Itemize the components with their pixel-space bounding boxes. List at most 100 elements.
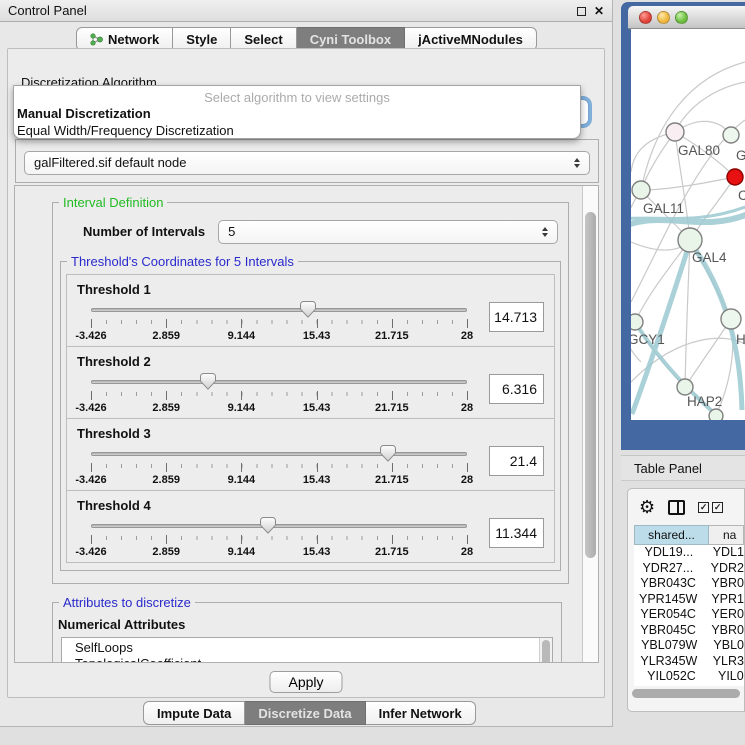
scrollbar-thumb[interactable]: [585, 212, 596, 558]
numerical-attributes-list[interactable]: SelfLoopsTopologicalCoefficientBetweenne…: [61, 637, 553, 663]
slider-thumb[interactable]: [380, 445, 396, 462]
threshold-4-label: Threshold 4: [77, 498, 544, 513]
algorithm-dropdown-hint: Select algorithm to view settings: [14, 86, 580, 105]
float-window-icon[interactable]: [577, 7, 586, 16]
close-icon[interactable]: ✕: [594, 5, 604, 17]
slider-thumb[interactable]: [300, 301, 316, 318]
combo-stepper-icon: [542, 227, 548, 237]
node-gal4[interactable]: [678, 228, 702, 252]
threshold-1-value[interactable]: 14.713: [489, 302, 544, 332]
table-row[interactable]: YER054CYER0: [634, 607, 744, 623]
table-toolbar: ⚙ ✓ ✓: [628, 489, 744, 525]
attributes-group-title: Attributes to discretize: [59, 595, 195, 610]
close-traffic-light-icon[interactable]: [639, 11, 652, 24]
threshold-3-slider[interactable]: -3.4262.8599.14415.4321.71528: [91, 444, 467, 490]
slider-thumb[interactable]: [260, 517, 276, 534]
slider-ticks: [91, 391, 467, 400]
tab-infer-network[interactable]: Infer Network: [366, 701, 476, 725]
slider-scale-labels: -3.4262.8599.14415.4321.71528: [91, 402, 467, 415]
select-columns-icon[interactable]: ✓ ✓: [698, 502, 723, 513]
threshold-4-slider[interactable]: -3.4262.8599.14415.4321.71528: [91, 516, 467, 562]
table-row[interactable]: YBL079WYBL0: [634, 638, 744, 654]
node-gal80[interactable]: [666, 123, 684, 141]
table-header-row: shared... na: [634, 525, 744, 545]
slider-track[interactable]: [91, 524, 467, 528]
node-hap2[interactable]: [677, 379, 693, 395]
svg-text:GAL4: GAL4: [692, 250, 727, 265]
slider-scale-labels: -3.4262.8599.14415.4321.71528: [91, 474, 467, 487]
svg-text:GCY1: GCY1: [631, 332, 665, 347]
table-panel-header: Table Panel: [621, 455, 745, 481]
control-panel-titlebar: Control Panel ✕: [0, 0, 612, 22]
settings-scrollpane: Interval Definition Number of Intervals …: [14, 185, 599, 663]
slider-ticks: [91, 535, 467, 544]
column-header-shared-name[interactable]: shared...: [634, 525, 709, 545]
node-h[interactable]: [721, 309, 741, 329]
algorithm-dropdown-popup: Select algorithm to view settings Manual…: [13, 85, 581, 139]
threshold-1-slider[interactable]: -3.4262.8599.14415.4321.71528: [91, 300, 467, 346]
number-of-intervals-combobox[interactable]: 5: [218, 220, 558, 244]
threshold-3-value[interactable]: 21.4: [489, 446, 544, 476]
tab-impute-data[interactable]: Impute Data: [143, 701, 245, 725]
table-row[interactable]: YIL052CYIL0: [634, 669, 744, 685]
slider-track[interactable]: [91, 452, 467, 456]
zoom-traffic-light-icon[interactable]: [675, 11, 688, 24]
table-panel-title: Table Panel: [634, 461, 702, 476]
table-rows: YDL19...YDL1YDR27...YDR2YBR043CYBR0YPR14…: [634, 545, 744, 686]
table-row[interactable]: YLR345WYLR3: [634, 654, 744, 670]
node-gcy1[interactable]: [631, 314, 643, 330]
table-row[interactable]: YBR043CYBR0: [634, 576, 744, 592]
table-row[interactable]: YBR045CYBR0: [634, 623, 744, 639]
checkbox-icon: ✓: [698, 502, 709, 513]
columns-icon[interactable]: [668, 500, 685, 515]
apply-button[interactable]: Apply: [269, 671, 342, 693]
attributes-to-discretize-group: Attributes to discretize Numerical Attri…: [52, 602, 562, 663]
table-data-combobox[interactable]: galFiltered.sif default node: [24, 151, 590, 175]
table-row[interactable]: YPR145WYPR1: [634, 592, 744, 608]
tab-label: Impute Data: [157, 706, 231, 721]
node-top-right[interactable]: [723, 127, 739, 143]
threshold-4-value[interactable]: 11.344: [489, 518, 544, 548]
table-data-group: galFiltered.sif default node: [15, 139, 599, 183]
tab-label: Infer Network: [379, 706, 462, 721]
tab-label: jActiveMNodules: [418, 32, 523, 47]
svg-text:G: G: [736, 148, 745, 163]
node-gal11[interactable]: [632, 181, 650, 199]
interval-definition-group: Interval Definition Number of Intervals …: [52, 202, 569, 584]
tab-label: Cyni Toolbox: [310, 32, 391, 47]
checkbox-icon: ✓: [712, 502, 723, 513]
network-canvas[interactable]: GAL80 G C GAL11 GAL4 GCY1 H HAP2: [631, 29, 745, 420]
number-of-intervals-value: 5: [228, 224, 235, 239]
column-header-name[interactable]: na: [709, 525, 744, 545]
slider-track[interactable]: [91, 308, 467, 312]
horizontal-scrollbar[interactable]: [632, 689, 740, 698]
attributes-scrollbar[interactable]: [539, 638, 552, 663]
table-row[interactable]: YDL19...YDL1: [634, 545, 744, 561]
slider-thumb[interactable]: [200, 373, 216, 390]
slider-track[interactable]: [91, 380, 467, 384]
attribute-item[interactable]: SelfLoops: [75, 640, 552, 656]
network-window-titlebar[interactable]: [628, 6, 745, 29]
node-red-selected[interactable]: [727, 169, 743, 185]
threshold-2-value[interactable]: 6.316: [489, 374, 544, 404]
vertical-scrollbar[interactable]: [582, 186, 598, 662]
bottom-tab-bar: Impute Data Discretize Data Infer Networ…: [143, 701, 476, 725]
gear-icon[interactable]: ⚙: [639, 498, 655, 516]
attribute-items: SelfLoopsTopologicalCoefficientBetweenne…: [62, 638, 552, 663]
minimize-traffic-light-icon[interactable]: [657, 11, 670, 24]
slider-ticks: [91, 463, 467, 472]
network-view-window[interactable]: GAL80 G C GAL11 GAL4 GCY1 H HAP2: [621, 2, 745, 450]
slider-ticks: [91, 319, 467, 328]
tab-label: Discretize Data: [258, 706, 351, 721]
node-bottom[interactable]: [709, 409, 723, 420]
algorithm-option-equal-width[interactable]: Equal Width/Frequency Discretization: [14, 122, 580, 139]
tab-discretize-data[interactable]: Discretize Data: [245, 701, 365, 725]
algorithm-option-manual[interactable]: Manual Discretization: [14, 105, 580, 122]
tab-label: Select: [244, 32, 282, 47]
svg-text:HAP2: HAP2: [687, 394, 722, 409]
threshold-2-slider[interactable]: -3.4262.8599.14415.4321.71528: [91, 372, 467, 418]
attribute-item[interactable]: TopologicalCoefficient: [75, 656, 552, 664]
table-row[interactable]: YDR27...YDR2: [634, 561, 744, 577]
threshold-1-box: Threshold 1 -3.4262.8599.14415.4321.7152…: [66, 274, 555, 347]
svg-text:C: C: [738, 188, 745, 203]
